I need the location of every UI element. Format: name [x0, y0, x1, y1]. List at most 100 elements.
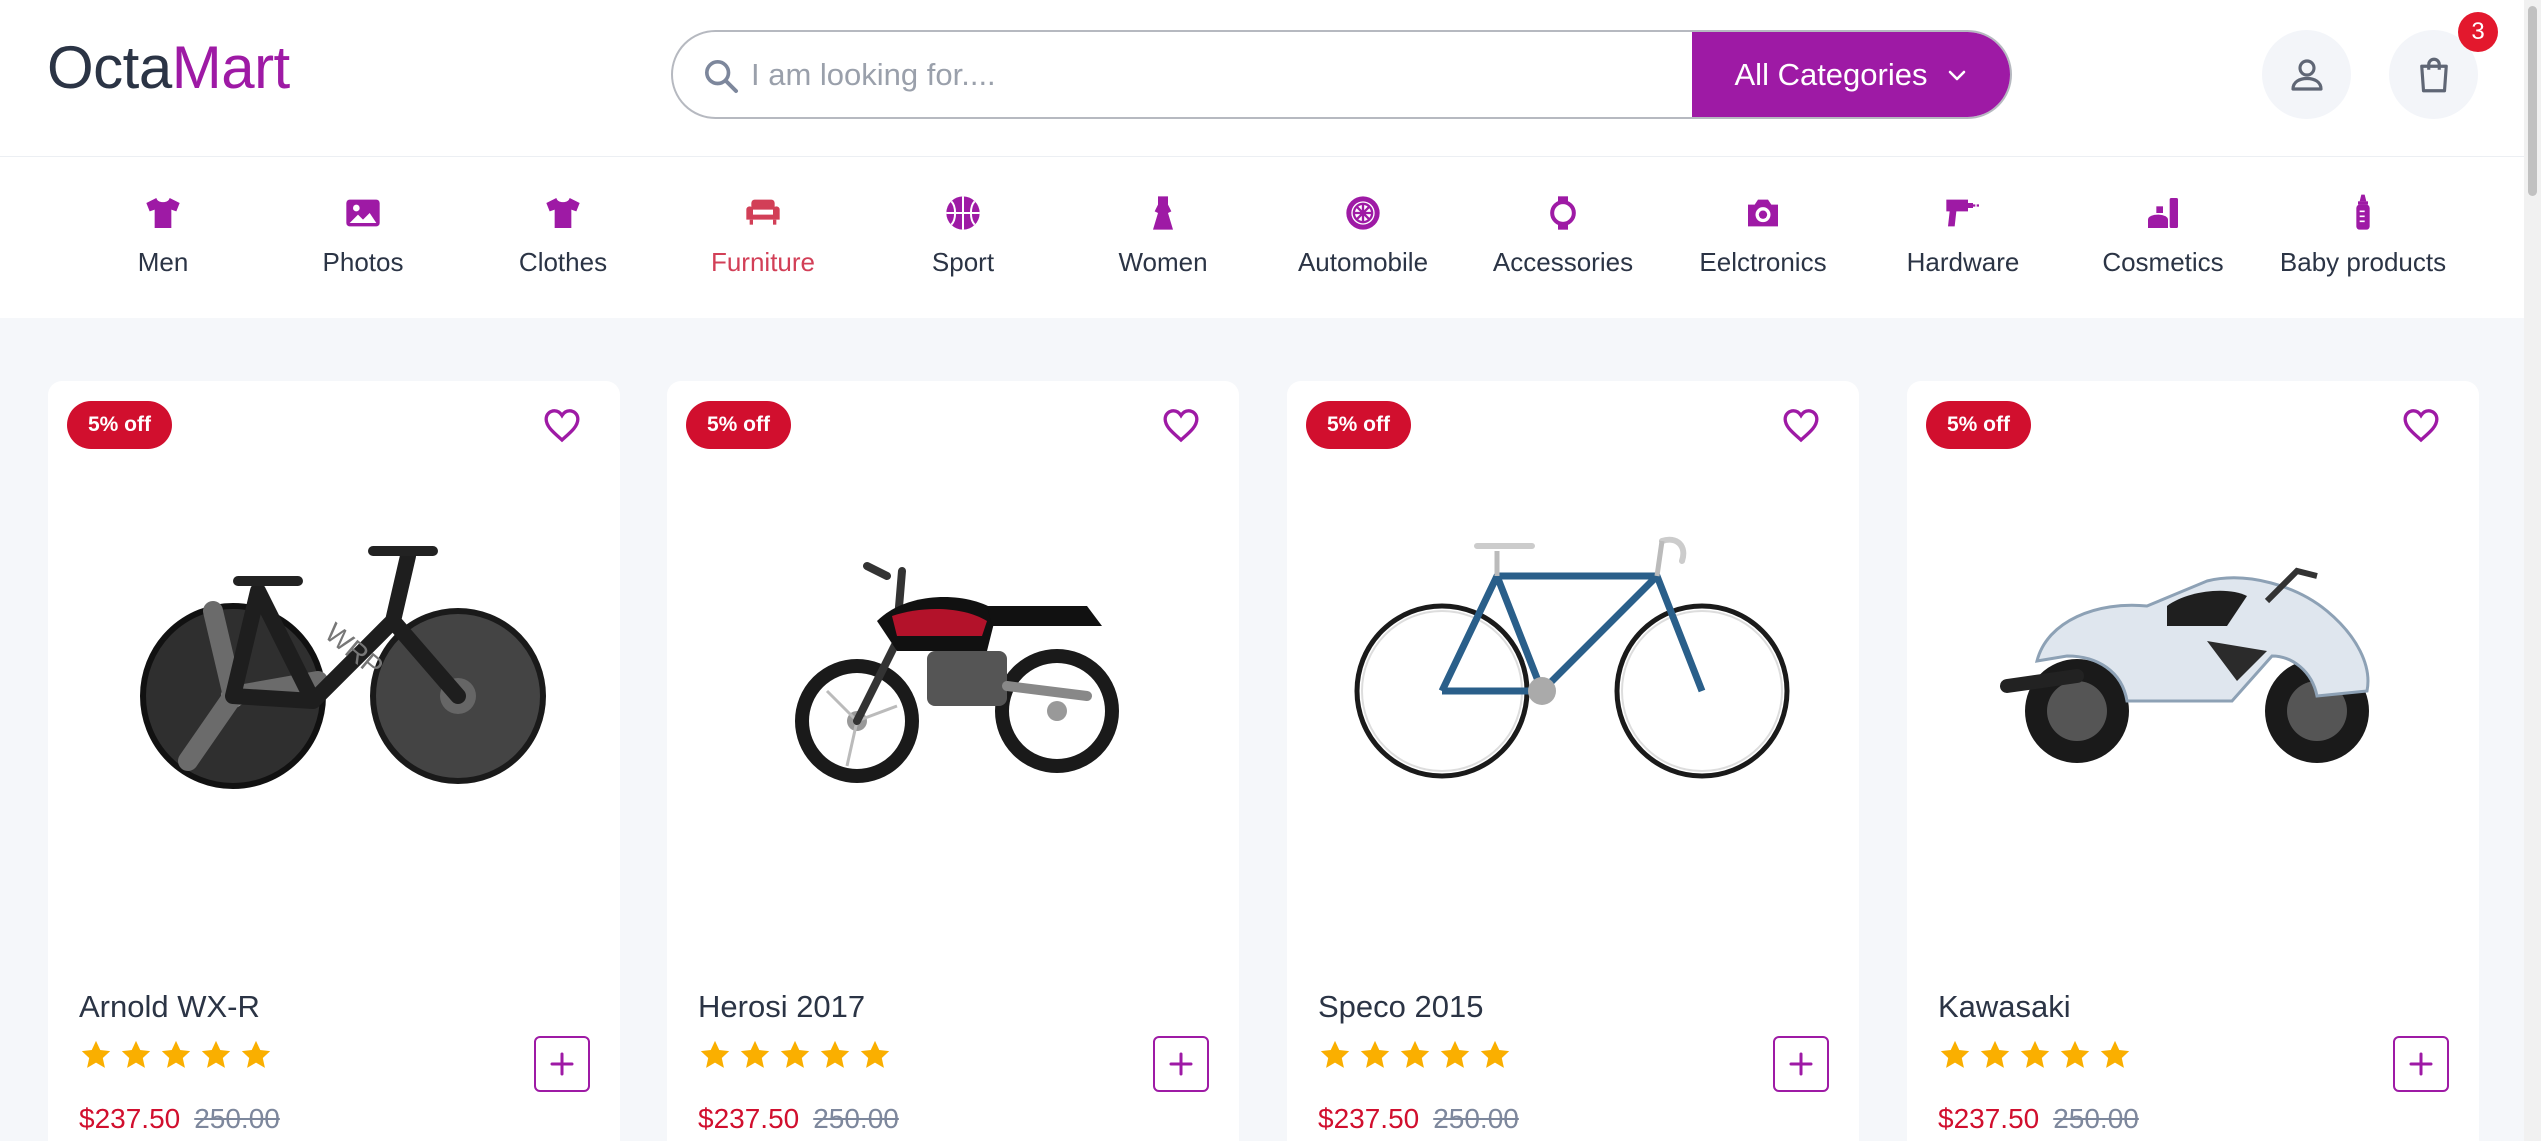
star-icon [161, 1040, 191, 1068]
baby-bottle-icon [2356, 194, 2370, 230]
heart-icon[interactable] [2401, 405, 2441, 445]
category-clothes[interactable]: Clothes [463, 193, 663, 293]
product-card[interactable]: 5% off Kawasaki $237.50 250.00 [1907, 381, 2479, 1141]
plus-icon [2409, 1052, 2433, 1076]
discount-badge: 5% off [686, 401, 791, 449]
heart-icon[interactable] [1161, 405, 1201, 445]
add-to-cart-button[interactable] [534, 1036, 590, 1092]
cart-count-badge: 3 [2458, 12, 2498, 52]
shopping-bag-icon [2419, 57, 2448, 92]
category-label: Eelctronics [1699, 247, 1827, 277]
cosmetics-icon [2148, 198, 2178, 228]
tshirt-icon [546, 198, 580, 228]
star-icon [81, 1040, 111, 1068]
all-categories-dropdown[interactable]: All Categories [1692, 32, 2010, 117]
star-icon [1360, 1040, 1390, 1068]
old-price: 250.00 [194, 1103, 280, 1134]
star-icon [1480, 1040, 1510, 1068]
sofa-icon [746, 199, 780, 225]
camera-icon [1748, 199, 1778, 227]
chevron-down-icon [1949, 70, 1966, 80]
category-label: Cosmetics [2102, 247, 2224, 277]
category-electronics[interactable]: Eelctronics [1663, 193, 1863, 293]
category-label: Automobile [1297, 247, 1429, 277]
category-label: Sport [931, 247, 995, 277]
add-to-cart-button[interactable] [1773, 1036, 1829, 1092]
user-icon [2290, 58, 2323, 91]
star-icon [2060, 1040, 2090, 1068]
product-image-sport-motorcycle[interactable] [1967, 511, 2419, 811]
price-row: $237.50 250.00 [1938, 1103, 2139, 1135]
price: $237.50 [1938, 1103, 2040, 1134]
category-accessories[interactable]: Accessories [1463, 193, 1663, 293]
star-icon [820, 1040, 850, 1068]
star-icon [780, 1040, 810, 1068]
search-icon [705, 60, 738, 93]
product-image-road-bicycle[interactable] [1347, 511, 1799, 811]
category-men[interactable]: Men [63, 193, 263, 293]
discount-badge: 5% off [1926, 401, 2031, 449]
price: $237.50 [698, 1103, 800, 1134]
category-cosmetics[interactable]: Cosmetics [2063, 193, 2263, 293]
star-icon [1940, 1040, 1970, 1068]
logo[interactable]: OctaMart [47, 32, 290, 104]
search-input[interactable] [751, 32, 1651, 117]
star-icon [1400, 1040, 1430, 1068]
star-icon [201, 1040, 231, 1068]
product-name[interactable]: Herosi 2017 [698, 989, 865, 1025]
category-furniture[interactable]: Furniture [663, 193, 863, 293]
plus-icon [1169, 1052, 1193, 1076]
price: $237.50 [1318, 1103, 1420, 1134]
product-card[interactable]: 5% off WRP Arnold WX-R $237.50 250.00 [48, 381, 620, 1141]
category-hardware[interactable]: Hardware [1863, 193, 2063, 293]
category-baby-products[interactable]: Baby products [2263, 193, 2463, 293]
category-label: Clothes [518, 247, 608, 277]
old-price: 250.00 [813, 1103, 899, 1134]
account-button[interactable] [2262, 30, 2351, 119]
product-name[interactable]: Arnold WX-R [79, 989, 260, 1025]
product-image-motorcycle[interactable] [727, 511, 1179, 811]
category-label: Hardware [1906, 247, 2020, 277]
all-categories-label: All Categories [1734, 56, 1928, 92]
price-row: $237.50 250.00 [1318, 1103, 1519, 1135]
vertical-scrollbar[interactable] [2524, 0, 2541, 1141]
heart-icon[interactable] [1781, 405, 1821, 445]
product-name[interactable]: Kawasaki [1938, 989, 2071, 1025]
category-label: Photos [322, 247, 404, 277]
star-icon [121, 1040, 151, 1068]
category-sport[interactable]: Sport [863, 193, 1063, 293]
category-automobile[interactable]: Automobile [1263, 193, 1463, 293]
price: $237.50 [79, 1103, 181, 1134]
star-icon [2020, 1040, 2050, 1068]
category-nav: Men Photos Clothes Furniture Sport Women… [0, 157, 2524, 318]
product-name[interactable]: Speco 2015 [1318, 989, 1483, 1025]
category-label: Accessories [1492, 247, 1634, 277]
product-card[interactable]: 5% off Speco 2015 $237.50 250.00 [1287, 381, 1859, 1141]
star-icon [1320, 1040, 1350, 1068]
tshirt-icon [146, 198, 180, 228]
search-bar: All Categories [671, 30, 2012, 119]
rating-stars [79, 1038, 273, 1072]
plus-icon [550, 1052, 574, 1076]
add-to-cart-button[interactable] [2393, 1036, 2449, 1092]
plus-icon [1789, 1052, 1813, 1076]
star-icon [700, 1040, 730, 1068]
category-label: Furniture [710, 247, 816, 277]
product-image-track-bicycle[interactable]: WRP [108, 511, 560, 811]
category-label: Baby products [2279, 247, 2447, 277]
header: OctaMart All Categories [0, 0, 2524, 157]
rating-stars [1318, 1038, 1512, 1072]
star-icon [2100, 1040, 2130, 1068]
drill-icon [1946, 199, 1980, 227]
dress-icon [1153, 196, 1173, 230]
product-card[interactable]: 5% off Herosi 2017 $237.50 250.00 [667, 381, 1239, 1141]
add-to-cart-button[interactable] [1153, 1036, 1209, 1092]
star-icon [1980, 1040, 2010, 1068]
scrollbar-thumb[interactable] [2528, 6, 2537, 196]
heart-icon[interactable] [542, 405, 582, 445]
category-women[interactable]: Women [1063, 193, 1263, 293]
category-photos[interactable]: Photos [263, 193, 463, 293]
star-icon [1440, 1040, 1470, 1068]
category-label: Women [1118, 247, 1208, 277]
discount-badge: 5% off [1306, 401, 1411, 449]
